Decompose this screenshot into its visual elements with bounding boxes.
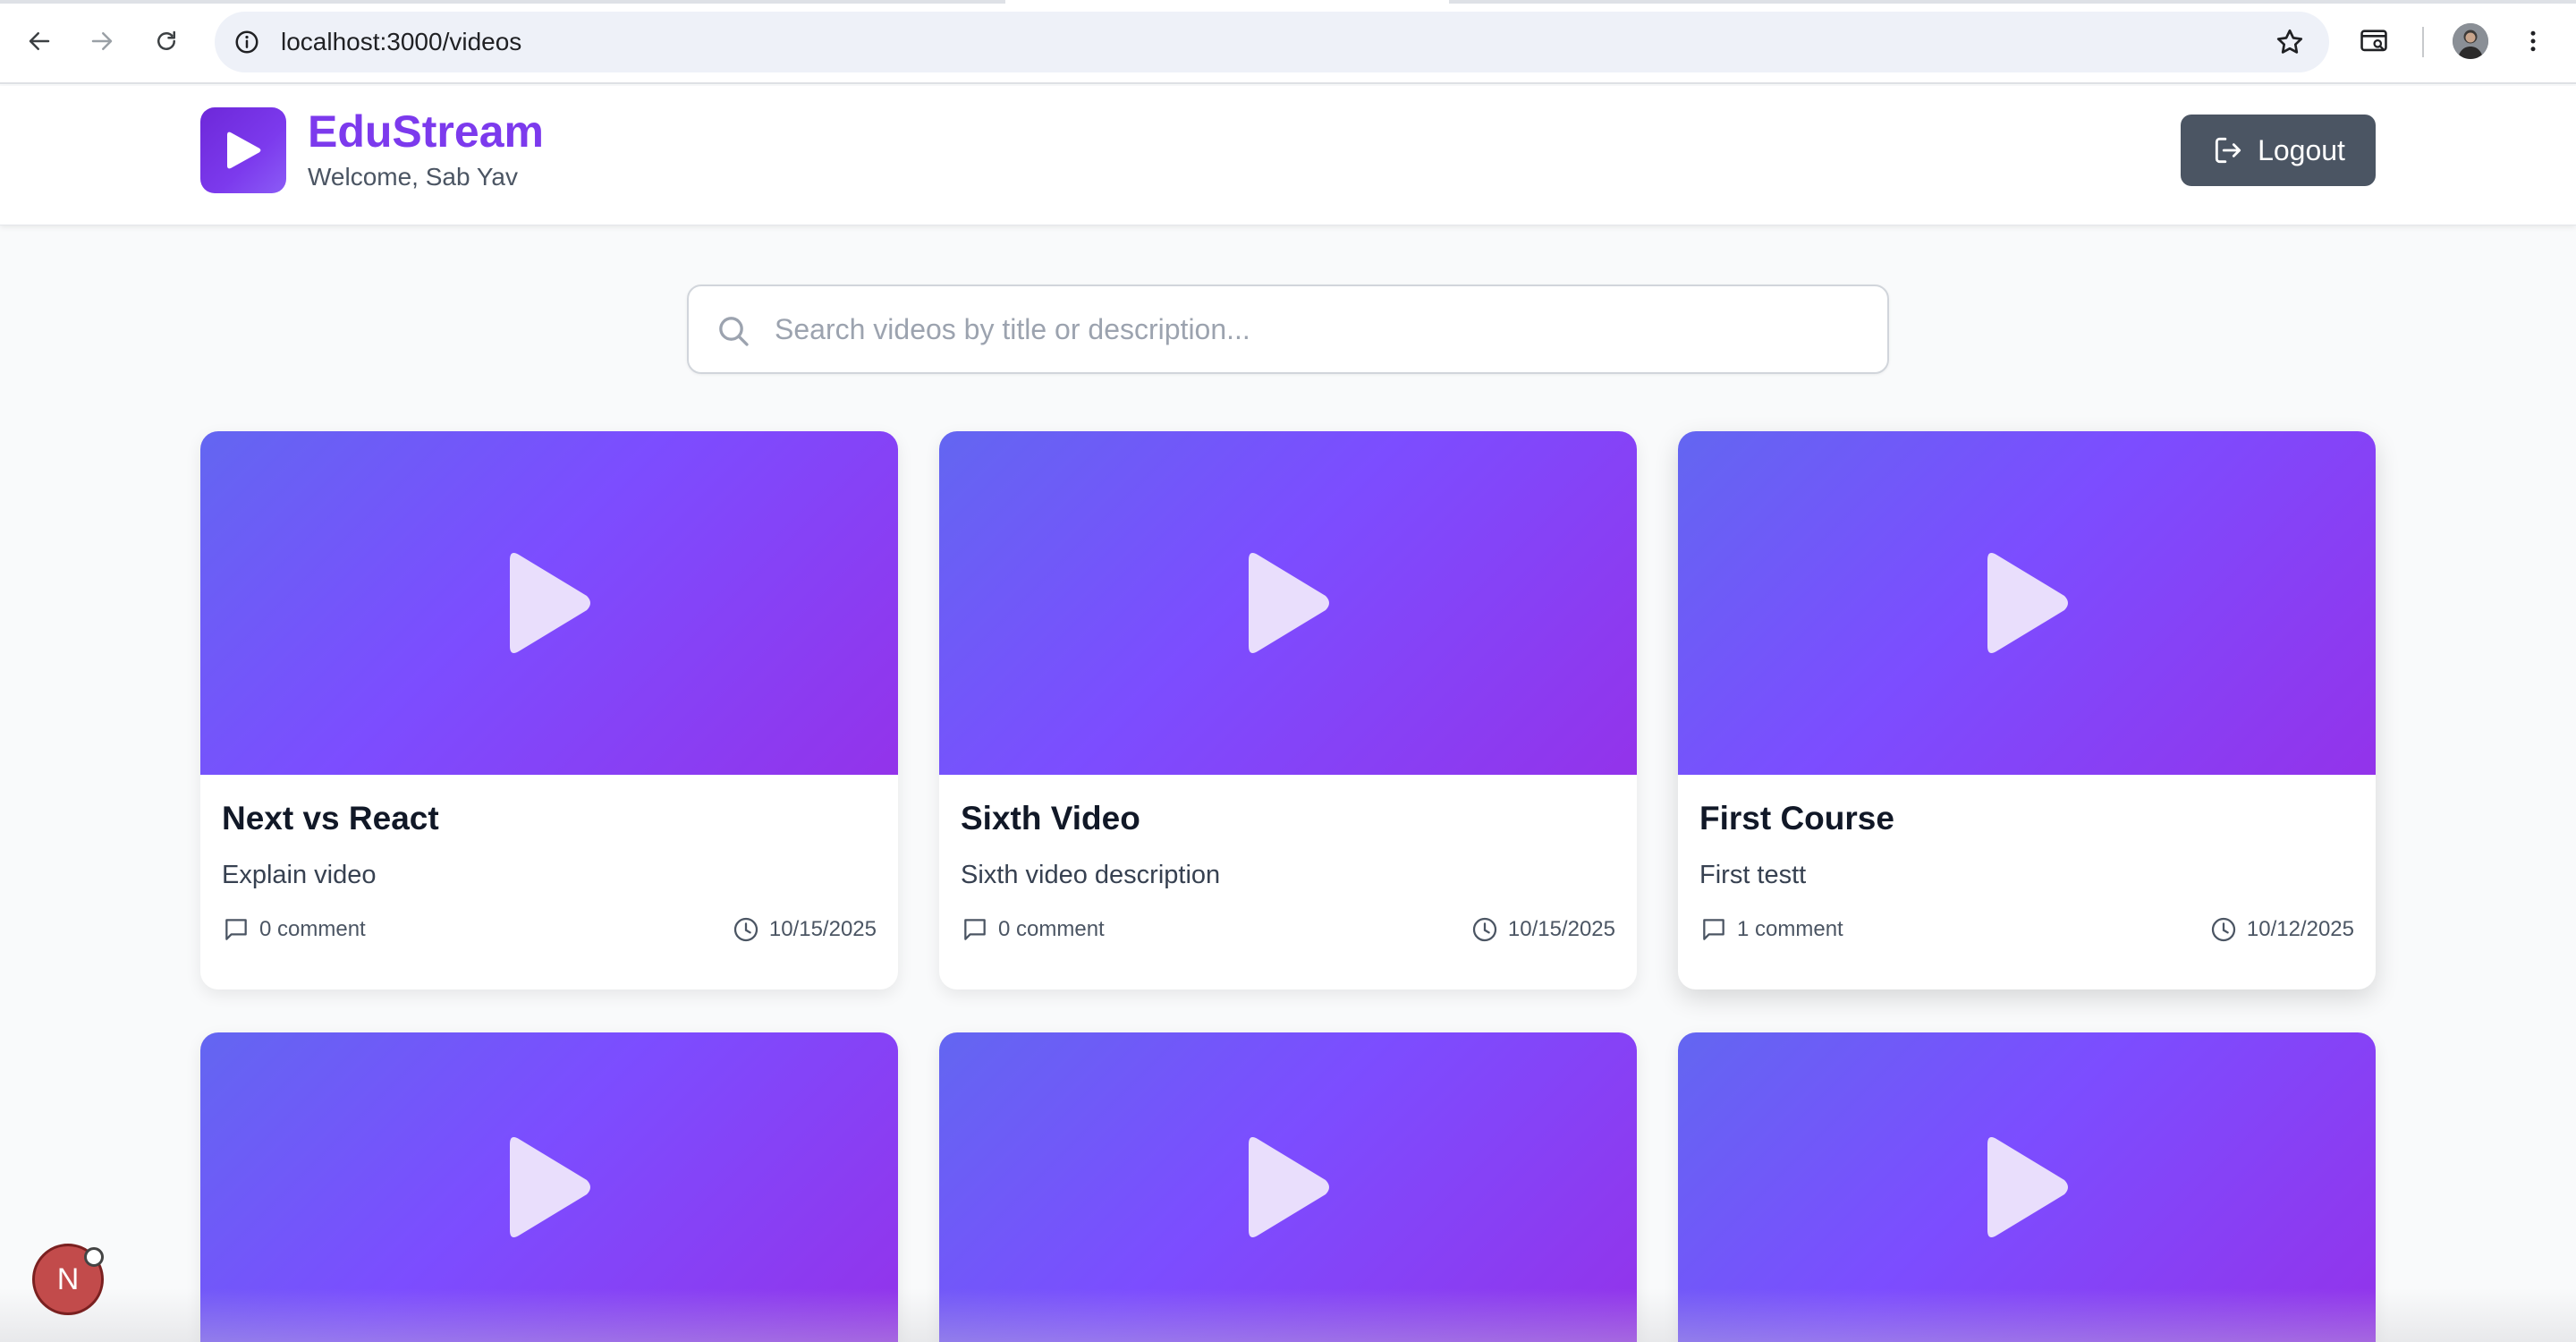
play-icon [1987, 553, 2068, 653]
reload-button[interactable] [147, 21, 186, 61]
comment-icon [225, 919, 247, 940]
video-description: Explain video [222, 861, 377, 889]
play-icon [1249, 1137, 1329, 1237]
app-header: EduStream Welcome, Sab Yav Logout [0, 86, 2576, 225]
address-bar[interactable]: localhost:3000/videos [215, 12, 2329, 72]
tab-strip-segment [1449, 0, 2576, 4]
comment-count-label: 0 comment [259, 917, 366, 941]
play-icon [510, 1137, 590, 1237]
site-info-icon [235, 30, 258, 54]
upload-date-label: 10/15/2025 [1507, 917, 1615, 941]
comment-count: 1 comment [1699, 914, 1843, 945]
video-card[interactable]: Sixth Video Sixth video description 0 co… [939, 431, 1637, 990]
back-arrow-icon [29, 32, 50, 50]
video-title: First Course [1699, 800, 1894, 837]
clock-icon [733, 917, 758, 942]
upload-date: 10/15/2025 [732, 914, 877, 945]
site-info-button[interactable] [229, 24, 265, 60]
play-icon [1249, 553, 1329, 653]
bookmark-star-icon[interactable] [2274, 26, 2306, 58]
video-thumbnail[interactable] [939, 1032, 1637, 1342]
video-thumbnail[interactable] [939, 431, 1637, 775]
video-description: Sixth video description [961, 861, 1221, 889]
profile-photo-icon [2453, 23, 2488, 59]
video-title: Sixth Video [961, 800, 1140, 837]
comment-count-label: 1 comment [1737, 917, 1843, 941]
upload-date-label: 10/12/2025 [2246, 917, 2354, 941]
clock-icon [1472, 917, 1497, 942]
search-icon [719, 317, 749, 346]
logout-button[interactable]: Logout [2181, 115, 2376, 186]
play-icon [510, 553, 590, 653]
dev-tools-indicator-dot [84, 1247, 104, 1267]
tab-strip [0, 0, 2576, 4]
video-card[interactable] [939, 1032, 1637, 1342]
forward-arrow-icon [91, 32, 113, 50]
comment-count: 0 comment [961, 914, 1105, 945]
search-bar[interactable] [687, 285, 1889, 374]
video-thumbnail[interactable] [1678, 1032, 2376, 1342]
video-card[interactable]: First Course First testt 1 comment 10/12… [1678, 431, 2376, 990]
browser-toolbar: localhost:3000/videos [0, 0, 2576, 84]
logout-label: Logout [2258, 133, 2345, 166]
brand-name: EduStream [308, 106, 544, 157]
comment-count-label: 0 comment [998, 917, 1105, 941]
forward-button[interactable] [82, 21, 122, 61]
video-card[interactable] [1678, 1032, 2376, 1342]
search-input[interactable] [775, 286, 1866, 372]
play-logo-icon [227, 132, 261, 169]
comment-icon [1703, 919, 1724, 940]
video-card[interactable]: Next vs React Explain video 0 comment 10… [200, 431, 898, 990]
comment-count: 0 comment [222, 914, 366, 945]
tab-search-icon [2360, 30, 2387, 52]
toolbar-divider [2422, 27, 2424, 57]
dev-tools-badge-label: N [56, 1261, 80, 1296]
video-thumbnail[interactable] [1678, 431, 2376, 775]
video-thumbnail[interactable] [200, 1032, 898, 1342]
clock-icon [2211, 917, 2236, 942]
comment-icon [964, 919, 986, 940]
upload-date: 10/15/2025 [1470, 914, 1615, 945]
video-thumbnail[interactable] [200, 431, 898, 775]
tab-strip-segment [0, 0, 1005, 4]
play-icon [1987, 1137, 2068, 1237]
address-url[interactable]: localhost:3000/videos [281, 12, 521, 72]
video-description: First testt [1699, 861, 1807, 889]
tab-search-button[interactable] [2354, 21, 2394, 61]
welcome-text: Welcome, Sab Yav [308, 163, 519, 191]
upload-date-label: 10/15/2025 [768, 917, 877, 941]
reload-icon [157, 30, 175, 50]
browser-menu-button[interactable] [2517, 21, 2549, 61]
back-button[interactable] [20, 21, 59, 61]
video-title: Next vs React [222, 800, 439, 837]
upload-date: 10/12/2025 [2209, 914, 2354, 945]
video-card[interactable] [200, 1032, 898, 1342]
logo[interactable] [200, 107, 286, 193]
profile-avatar[interactable] [2453, 23, 2488, 59]
logout-icon [2215, 137, 2241, 164]
menu-dots-icon [2530, 30, 2536, 52]
